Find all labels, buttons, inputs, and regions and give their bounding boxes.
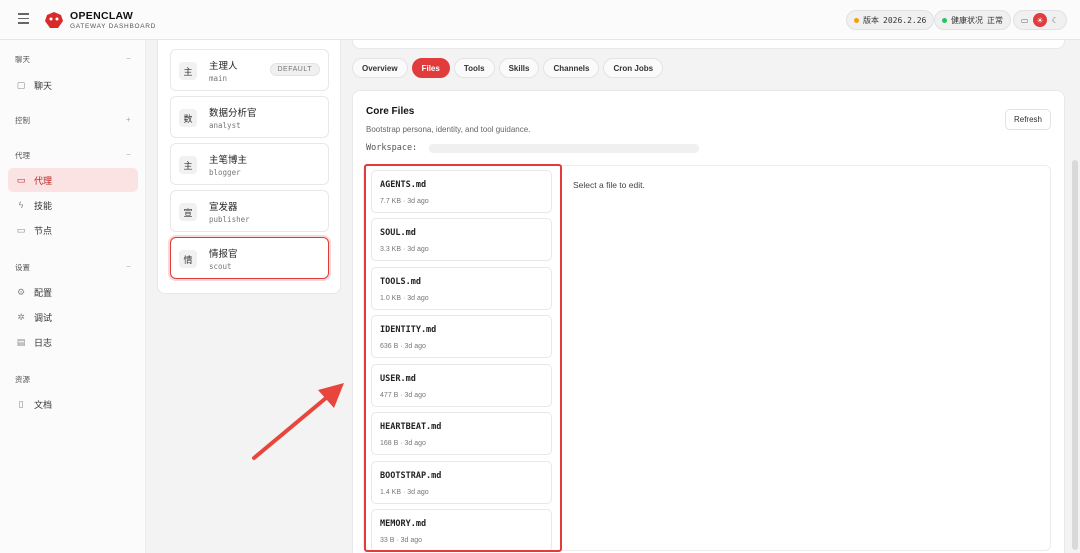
default-badge: DEFAULT <box>269 63 320 76</box>
sidebar-item-label: 节点 <box>34 225 53 236</box>
theme-switcher: ▭ ☀ ☾ <box>1013 10 1067 30</box>
version-label: 版本 <box>863 15 879 25</box>
agent-name: 主理人 <box>209 61 238 72</box>
core-files-description: Bootstrap persona, identity, and tool gu… <box>366 125 531 134</box>
log-icon: ▤ <box>16 336 26 347</box>
health-badge: 健康状况 正常 <box>934 10 1011 30</box>
agent-card-publisher[interactable]: 宣 宣发器 publisher <box>170 190 329 232</box>
sidebar-group-agents: 代理 <box>15 151 30 160</box>
sidebar-item-label: 配置 <box>34 287 53 298</box>
monitor-icon: ▭ <box>16 224 26 235</box>
agent-card-main[interactable]: 主 主理人 main DEFAULT <box>170 49 329 91</box>
refresh-button[interactable]: Refresh <box>1004 109 1051 130</box>
sidebar-item-label: 聊天 <box>34 80 53 91</box>
collapse-icon[interactable]: − <box>126 54 131 63</box>
agent-name: 数据分析官 <box>209 108 257 119</box>
version-badge: 版本 2026.2.26 <box>846 10 935 30</box>
annotation-arrow-icon <box>252 383 344 460</box>
brand-subtitle: GATEWAY DASHBOARD <box>70 23 157 30</box>
agent-avatar: 宣 <box>179 203 197 221</box>
sidebar-item-label: 代理 <box>34 175 53 186</box>
agent-name: 情报官 <box>209 249 238 260</box>
collapse-icon[interactable]: − <box>126 150 131 159</box>
core-files-title: Core Files <box>366 106 415 117</box>
agent-header-card <box>352 40 1065 49</box>
sidebar-item-label: 日志 <box>34 337 53 348</box>
version-status-dot <box>854 17 859 23</box>
health-value: 正常 <box>987 15 1003 25</box>
sidebar-group-chat: 聊天 <box>15 55 30 64</box>
agent-id: analyst <box>209 121 241 130</box>
sidebar-item-nodes[interactable]: ▭ 节点 <box>8 218 138 242</box>
sidebar-item-config[interactable]: ⚙ 配置 <box>8 280 138 304</box>
agent-name: 宣发器 <box>209 202 238 213</box>
agent-name: 主笔博主 <box>209 155 248 166</box>
agents-list: 主 主理人 main DEFAULT 数 数据分析官 analyst 主 主笔博… <box>157 40 341 294</box>
monitor-icon[interactable]: ▭ <box>1018 13 1032 27</box>
agent-avatar: 情 <box>179 250 197 268</box>
top-bar: OPENCLAW GATEWAY DASHBOARD 版本 2026.2.26 … <box>0 0 1080 40</box>
sidebar-item-docs[interactable]: ▯ 文档 <box>8 392 138 416</box>
tab-channels[interactable]: Channels <box>543 58 600 78</box>
brand: OPENCLAW GATEWAY DASHBOARD <box>70 11 156 31</box>
tab-cron-jobs[interactable]: Cron Jobs <box>603 58 664 78</box>
health-status-dot <box>942 17 947 23</box>
folder-icon: ▭ <box>16 174 26 185</box>
annotation-highlight-box <box>364 164 562 552</box>
agent-avatar: 主 <box>179 62 197 80</box>
book-icon: ▯ <box>18 398 24 409</box>
agent-card-blogger[interactable]: 主 主笔博主 blogger <box>170 143 329 185</box>
editor-empty-hint: Select a file to edit. <box>573 180 645 190</box>
agent-card-analyst[interactable]: 数 数据分析官 analyst <box>170 96 329 138</box>
tab-tools[interactable]: Tools <box>453 58 495 78</box>
sidebar-item-chat[interactable]: ▢ 聊天 <box>8 73 138 97</box>
agent-id: scout <box>209 262 232 271</box>
sidebar-item-label: 调试 <box>34 312 53 323</box>
workspace-path-redacted <box>429 144 699 153</box>
agent-card-scout[interactable]: 情 情报官 scout <box>170 237 329 279</box>
agent-avatar: 数 <box>179 109 197 127</box>
sidebar-item-debug[interactable]: ✲ 调试 <box>8 305 138 329</box>
agent-id: publisher <box>209 215 250 224</box>
health-label: 健康状况 <box>951 15 983 25</box>
tab-files[interactable]: Files <box>411 58 450 78</box>
gear-icon: ⚙ <box>16 286 26 297</box>
sun-icon[interactable]: ☀ <box>1032 13 1047 27</box>
openclaw-logo <box>45 12 63 28</box>
sidebar-item-label: 文档 <box>34 399 53 410</box>
tab-skills[interactable]: Skills <box>498 58 540 78</box>
chat-icon: ▢ <box>16 79 26 90</box>
sidebar-item-skills[interactable]: ϟ 技能 <box>8 193 138 217</box>
expand-icon[interactable]: + <box>126 115 131 124</box>
scrollbar[interactable] <box>1072 160 1078 550</box>
sidebar-item-label: 技能 <box>34 200 53 211</box>
bug-icon: ✲ <box>17 311 25 322</box>
bolt-icon: ϟ <box>18 200 24 210</box>
sidebar-item-agents[interactable]: ▭ 代理 <box>8 168 138 192</box>
agent-id: main <box>209 74 228 83</box>
agent-avatar: 主 <box>179 156 197 174</box>
sidebar-group-settings: 设置 <box>15 263 30 272</box>
agent-tabs: Overview Files Tools Skills Channels Cro… <box>352 58 664 78</box>
sidebar-group-control: 控制 <box>15 116 30 125</box>
sidebar-group-resources: 资源 <box>15 375 30 384</box>
brand-name: OPENCLAW <box>70 10 134 22</box>
moon-icon[interactable]: ☾ <box>1048 13 1062 27</box>
tab-overview[interactable]: Overview <box>352 58 408 78</box>
sidebar-item-logs[interactable]: ▤ 日志 <box>8 330 138 354</box>
collapse-icon[interactable]: − <box>126 262 131 271</box>
version-value: 2026.2.26 <box>883 15 927 25</box>
agent-id: blogger <box>209 168 241 177</box>
menu-icon[interactable] <box>18 13 30 25</box>
sidebar: 聊天 − ▢ 聊天 控制 + 代理 − ▭ 代理 ϟ 技能 ▭ 节点 设置 − … <box>0 40 146 553</box>
workspace-label: Workspace: <box>366 143 418 153</box>
